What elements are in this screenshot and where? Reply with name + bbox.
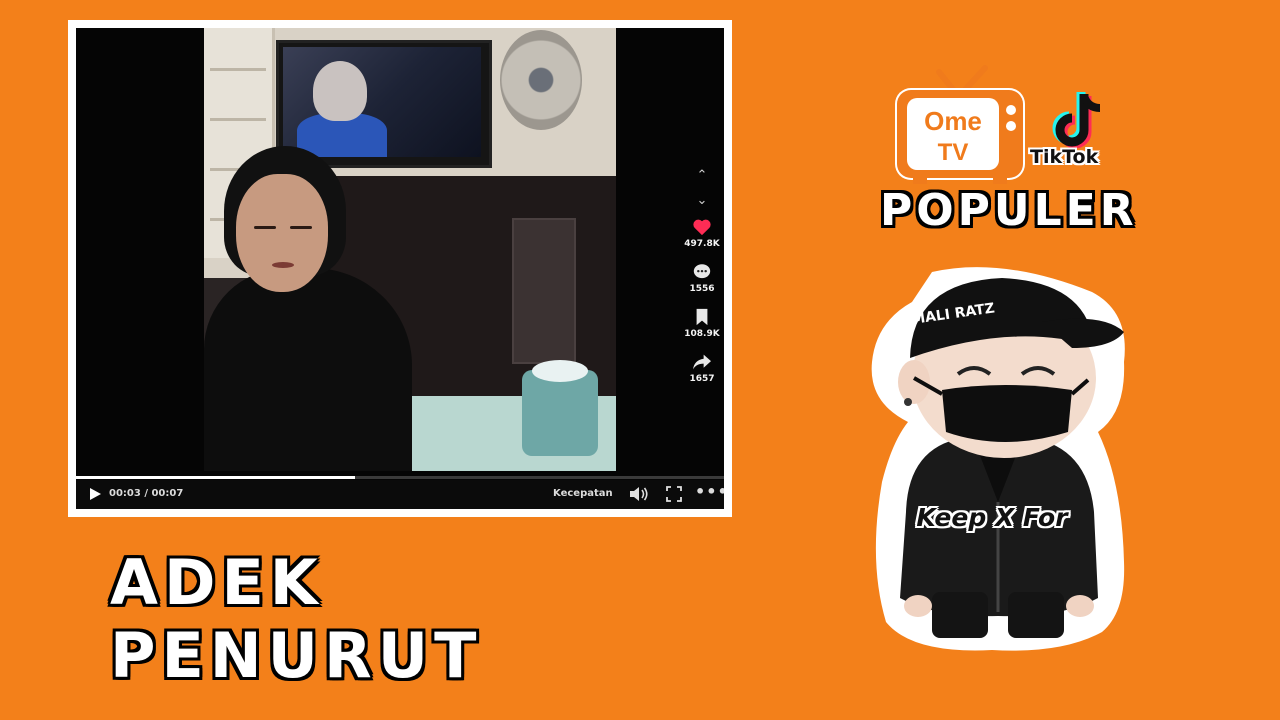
fullscreen-icon[interactable] xyxy=(666,486,682,502)
tiktok-wordmark: TikTok xyxy=(1030,146,1099,168)
video-frame: ⌃ ⌄ 497.8K 1556 108.9K 1657 00:03 / 00:0… xyxy=(68,20,732,517)
bookmark-count: 108.9K xyxy=(684,329,720,339)
more-options-icon[interactable]: ••• xyxy=(695,482,724,501)
chevron-down-icon[interactable]: ⌄ xyxy=(680,193,724,208)
time-display: 00:03 / 00:07 xyxy=(109,488,184,499)
progress-bar[interactable] xyxy=(76,476,724,479)
share-icon[interactable] xyxy=(692,353,712,371)
progress-fill xyxy=(76,476,355,479)
caption-title: ADEK PENURUT xyxy=(110,546,483,692)
like-count: 497.8K xyxy=(684,239,720,249)
heart-icon[interactable] xyxy=(692,218,712,236)
character-sticker: MALI RATZ xyxy=(871,267,1125,651)
comment-count: 1556 xyxy=(689,284,715,294)
sticker-label: Keep X For xyxy=(916,503,1068,532)
video-fan xyxy=(500,30,582,130)
video-tv xyxy=(276,40,492,168)
speed-button[interactable]: Kecepatan xyxy=(553,488,613,499)
ome-tv-logo: Ome TV xyxy=(895,65,1025,184)
control-bar: 00:03 / 00:07 Kecepatan ••• xyxy=(76,480,724,509)
play-icon[interactable] xyxy=(88,487,102,501)
comment-icon[interactable] xyxy=(692,263,712,281)
video-player[interactable]: ⌃ ⌄ 497.8K 1556 108.9K 1657 00:03 / 00:0… xyxy=(76,28,724,509)
video-content[interactable] xyxy=(204,28,616,471)
ome-text: Ome xyxy=(924,106,982,136)
action-rail: ⌃ ⌄ 497.8K 1556 108.9K 1657 xyxy=(680,168,724,398)
share-count: 1657 xyxy=(689,374,715,384)
tv-text: TV xyxy=(938,139,969,166)
populer-label: POPULER xyxy=(880,185,1138,236)
volume-icon[interactable] xyxy=(629,486,649,502)
bookmark-icon[interactable] xyxy=(694,308,710,326)
chevron-up-icon[interactable]: ⌃ xyxy=(680,168,724,183)
video-jar xyxy=(522,360,598,456)
video-person-body xyxy=(204,268,412,471)
video-person-face xyxy=(236,174,328,292)
